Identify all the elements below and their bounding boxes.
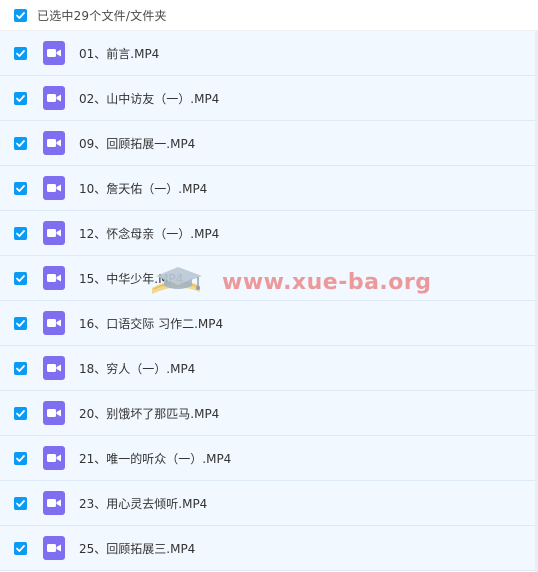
- video-file-icon: [43, 176, 65, 200]
- checkmark-icon: [16, 94, 25, 102]
- checkmark-icon: [16, 364, 25, 372]
- video-file-icon: [43, 86, 65, 110]
- checkmark-icon: [16, 409, 25, 417]
- file-name: 21、唯一的听众（一）.MP4: [79, 451, 232, 466]
- file-checkbox[interactable]: [14, 226, 27, 240]
- checkmark-icon: [16, 319, 25, 327]
- checkmark-icon: [16, 184, 25, 192]
- file-checkbox[interactable]: [14, 541, 27, 555]
- file-checkbox[interactable]: [14, 316, 27, 330]
- checkmark-icon: [16, 49, 25, 57]
- file-row[interactable]: 12、怀念母亲（一）.MP4: [0, 211, 538, 256]
- checkmark-icon: [16, 274, 25, 282]
- video-file-icon: [43, 311, 65, 335]
- selection-count-label: 已选中29个文件/文件夹: [37, 8, 167, 23]
- file-row[interactable]: 10、詹天佑（一）.MP4: [0, 166, 538, 211]
- file-checkbox[interactable]: [14, 136, 27, 150]
- select-all-checkbox[interactable]: [14, 8, 27, 22]
- file-row[interactable]: 01、前言.MP4: [0, 31, 538, 76]
- file-name: 01、前言.MP4: [79, 46, 160, 61]
- file-name: 23、用心灵去倾听.MP4: [79, 496, 208, 511]
- file-name: 02、山中访友（一）.MP4: [79, 91, 220, 106]
- file-name: 25、回顾拓展三.MP4: [79, 541, 196, 556]
- file-row[interactable]: 25、回顾拓展三.MP4: [0, 526, 538, 571]
- file-list: 01、前言.MP4 02、山中访友（一）.MP4 09、回顾拓展一.MP4 10、詹天…: [0, 31, 538, 571]
- checkmark-icon: [16, 544, 25, 552]
- video-file-icon: [43, 41, 65, 65]
- video-file-icon: [43, 536, 65, 560]
- checkmark-icon: [16, 454, 25, 462]
- checkmark-icon: [16, 499, 25, 507]
- file-row[interactable]: 21、唯一的听众（一）.MP4: [0, 436, 538, 481]
- checkmark-icon: [16, 11, 25, 19]
- file-name: 09、回顾拓展一.MP4: [79, 136, 196, 151]
- file-checkbox[interactable]: [14, 271, 27, 285]
- video-file-icon: [43, 491, 65, 515]
- file-row[interactable]: 15、中华少年.MP4: [0, 256, 538, 301]
- file-checkbox[interactable]: [14, 406, 27, 420]
- checkmark-icon: [16, 139, 25, 147]
- file-row[interactable]: 16、口语交际 习作二.MP4: [0, 301, 538, 346]
- file-name: 18、穷人（一）.MP4: [79, 361, 196, 376]
- file-name: 10、詹天佑（一）.MP4: [79, 181, 208, 196]
- file-row[interactable]: 02、山中访友（一）.MP4: [0, 76, 538, 121]
- video-file-icon: [43, 446, 65, 470]
- video-file-icon: [43, 221, 65, 245]
- file-checkbox[interactable]: [14, 91, 27, 105]
- file-checkbox[interactable]: [14, 181, 27, 195]
- file-checkbox[interactable]: [14, 496, 27, 510]
- file-checkbox[interactable]: [14, 361, 27, 375]
- checkmark-icon: [16, 229, 25, 237]
- file-row[interactable]: 20、别饿坏了那匹马.MP4: [0, 391, 538, 436]
- file-row[interactable]: 09、回顾拓展一.MP4: [0, 121, 538, 166]
- file-checkbox[interactable]: [14, 46, 27, 60]
- video-file-icon: [43, 401, 65, 425]
- file-name: 12、怀念母亲（一）.MP4: [79, 226, 220, 241]
- file-row[interactable]: 23、用心灵去倾听.MP4: [0, 481, 538, 526]
- file-name: 15、中华少年.MP4: [79, 271, 184, 286]
- file-name: 16、口语交际 习作二.MP4: [79, 316, 224, 331]
- video-file-icon: [43, 266, 65, 290]
- selection-header: 已选中29个文件/文件夹: [0, 0, 538, 31]
- video-file-icon: [43, 356, 65, 380]
- file-row[interactable]: 18、穷人（一）.MP4: [0, 346, 538, 391]
- file-name: 20、别饿坏了那匹马.MP4: [79, 406, 220, 421]
- video-file-icon: [43, 131, 65, 155]
- file-checkbox[interactable]: [14, 451, 27, 465]
